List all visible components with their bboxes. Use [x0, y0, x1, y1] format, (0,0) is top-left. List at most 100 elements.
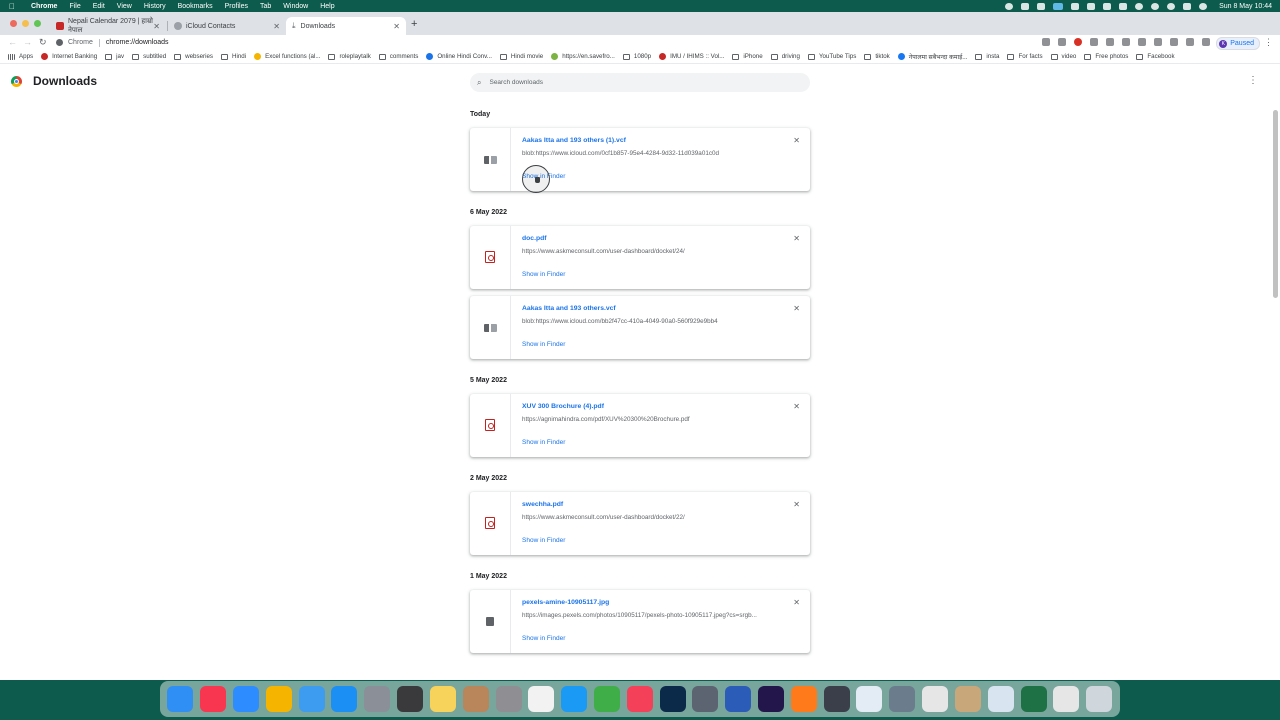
excel-icon[interactable] [1020, 686, 1047, 712]
show-in-finder-link[interactable]: Show in Finder [522, 537, 565, 544]
status-icon-4[interactable] [1071, 2, 1080, 10]
menu-history[interactable]: History [144, 3, 166, 10]
remove-from-list-icon[interactable]: ✕ [793, 234, 800, 243]
launchpad-icon[interactable] [364, 686, 391, 712]
file-name-link[interactable]: Aakas Itta and 193 others (1).vcf [522, 137, 626, 144]
menu-help[interactable]: Help [320, 3, 334, 10]
extension-icon-4[interactable] [1138, 38, 1146, 46]
tab-downloads[interactable]: ⤓ Downloads ✕ [286, 17, 406, 35]
extension-icon-3[interactable] [1122, 38, 1130, 46]
bookmark-item[interactable]: Apps [8, 53, 33, 60]
source-url[interactable]: blob:https://www.icloud.com/bb2f47cc-410… [522, 318, 718, 325]
contacts-icon[interactable] [954, 686, 981, 712]
reload-icon[interactable]: ↻ [39, 37, 47, 48]
zoom-window-button[interactable] [34, 20, 41, 27]
menu-chrome[interactable]: Chrome [31, 3, 57, 10]
battery-icon[interactable] [1119, 2, 1128, 10]
apple-icon[interactable]:  [9, 2, 15, 11]
show-in-finder-link[interactable]: Show in Finder [522, 271, 565, 278]
extension-icon-6[interactable] [1170, 38, 1178, 46]
premiere-icon[interactable] [758, 686, 785, 712]
bookmark-item[interactable]: tiktok [864, 53, 890, 60]
file-name-link[interactable]: swechha.pdf [522, 501, 563, 508]
file-name-link[interactable]: XUV 300 Brochure (4).pdf [522, 403, 604, 410]
word-icon[interactable] [725, 686, 752, 712]
extension-icon-1[interactable] [1090, 38, 1098, 46]
puzzle-icon[interactable] [1186, 38, 1194, 46]
bookmark-item[interactable]: video [1050, 53, 1076, 60]
textedit-icon[interactable] [922, 686, 949, 712]
bookmark-item[interactable]: comments [378, 53, 418, 60]
opera-extension-icon[interactable] [1074, 38, 1082, 46]
menu-tab[interactable]: Tab [260, 3, 271, 10]
extension-icon-5[interactable] [1154, 38, 1162, 46]
bookmark-item[interactable]: webseries [174, 53, 213, 60]
bookmark-item[interactable]: subtitled [132, 53, 166, 60]
spotlight-icon[interactable] [1167, 2, 1176, 10]
minimize-window-button[interactable] [22, 20, 29, 27]
address-url[interactable]: chrome://downloads [106, 39, 169, 46]
bookmark-item[interactable]: driving [770, 53, 800, 60]
bookmark-item[interactable]: iPhone [732, 53, 763, 60]
zoom-icon[interactable] [233, 686, 260, 712]
calendar-icon[interactable] [528, 686, 555, 712]
remove-from-list-icon[interactable]: ✕ [793, 402, 800, 411]
bookmark-item[interactable]: jav [105, 53, 124, 60]
vm-icon[interactable] [692, 686, 719, 712]
bookmark-item[interactable]: YouTube Tips [807, 53, 856, 60]
app-store-icon[interactable] [331, 686, 358, 712]
source-url[interactable]: https://www.askmeconsult.com/user-dashbo… [522, 514, 685, 521]
search-downloads-field[interactable]: ⌕ Search downloads [470, 73, 810, 92]
quicktime-icon[interactable] [823, 686, 850, 712]
bookmark-star-icon[interactable] [1058, 38, 1066, 46]
source-url[interactable]: https://www.askmeconsult.com/user-dashbo… [522, 248, 685, 255]
show-in-finder-link[interactable]: Show in Finder [522, 439, 565, 446]
menu-window[interactable]: Window [283, 3, 308, 10]
bookmark-item[interactable]: 1080p [622, 53, 651, 60]
siri-icon[interactable] [1199, 2, 1208, 10]
new-tab-icon[interactable]: + [411, 18, 417, 30]
help-icon[interactable] [987, 686, 1014, 712]
more-menu-icon[interactable]: ⋮ [1264, 37, 1273, 48]
music-icon[interactable] [200, 686, 227, 712]
menu-bookmarks[interactable]: Bookmarks [178, 3, 213, 10]
bookmark-item[interactable]: नेपालमा सबैभन्दा कमाई... [897, 52, 967, 61]
sidebar-icon[interactable] [1202, 38, 1210, 46]
menu-clock[interactable]: Sun 8 May 10:44 [1219, 3, 1272, 10]
tab-icloud-contacts[interactable]: iCloud Contacts ✕ [168, 17, 286, 35]
torrent-icon[interactable] [593, 686, 620, 712]
source-url[interactable]: https://images.pexels.com/photos/1090511… [522, 612, 757, 619]
source-url[interactable]: blob:https://www.icloud.com/0cf1b857-95e… [522, 150, 719, 157]
share-icon[interactable] [1042, 38, 1050, 46]
status-icon-2[interactable] [1037, 2, 1046, 10]
wifi-icon[interactable] [1151, 2, 1160, 10]
bookmark-item[interactable]: https://en.savefro... [551, 53, 615, 60]
more-actions-icon[interactable]: ⋮ [1248, 75, 1258, 86]
file-name-link[interactable]: Aakas Itta and 193 others.vcf [522, 305, 616, 312]
calculator-icon[interactable] [397, 686, 424, 712]
status-icon-6[interactable] [1103, 2, 1112, 10]
menu-edit[interactable]: Edit [93, 3, 105, 10]
source-url[interactable]: https://agnimahindra.com/pdf/XUV%20300%2… [522, 416, 690, 423]
tab-nepali-calendar[interactable]: Nepali Calendar 2079 | हाम्रो नेपाल ✕ [50, 17, 166, 35]
back-icon[interactable]: ← [8, 37, 17, 47]
notes-icon[interactable] [429, 686, 456, 712]
show-in-finder-link[interactable]: Show in Finder [522, 341, 565, 348]
page-scrollbar[interactable] [1273, 110, 1278, 298]
file-name-link[interactable]: doc.pdf [522, 235, 547, 242]
bookmark-item[interactable]: insta [975, 53, 999, 60]
bookmark-item[interactable]: Internet Banking [41, 53, 97, 60]
control-center-icon[interactable] [1183, 2, 1192, 10]
bookmark-item[interactable]: Hindi movie [499, 53, 543, 60]
close-tab-icon[interactable]: ✕ [393, 22, 400, 31]
window-icon[interactable] [1053, 686, 1080, 712]
trash-icon[interactable] [1086, 686, 1113, 712]
box-icon[interactable] [462, 686, 489, 712]
bookmark-item[interactable]: roleplaytalk [328, 53, 371, 60]
bookmark-item[interactable]: IMU / IHIMS :: Vol... [659, 53, 724, 60]
bookmark-item[interactable]: For facts [1007, 53, 1043, 60]
menu-view[interactable]: View [117, 3, 132, 10]
profile-button[interactable]: K Paused [1216, 37, 1260, 50]
menu-file[interactable]: File [69, 3, 80, 10]
chrome-icon[interactable] [856, 686, 883, 712]
